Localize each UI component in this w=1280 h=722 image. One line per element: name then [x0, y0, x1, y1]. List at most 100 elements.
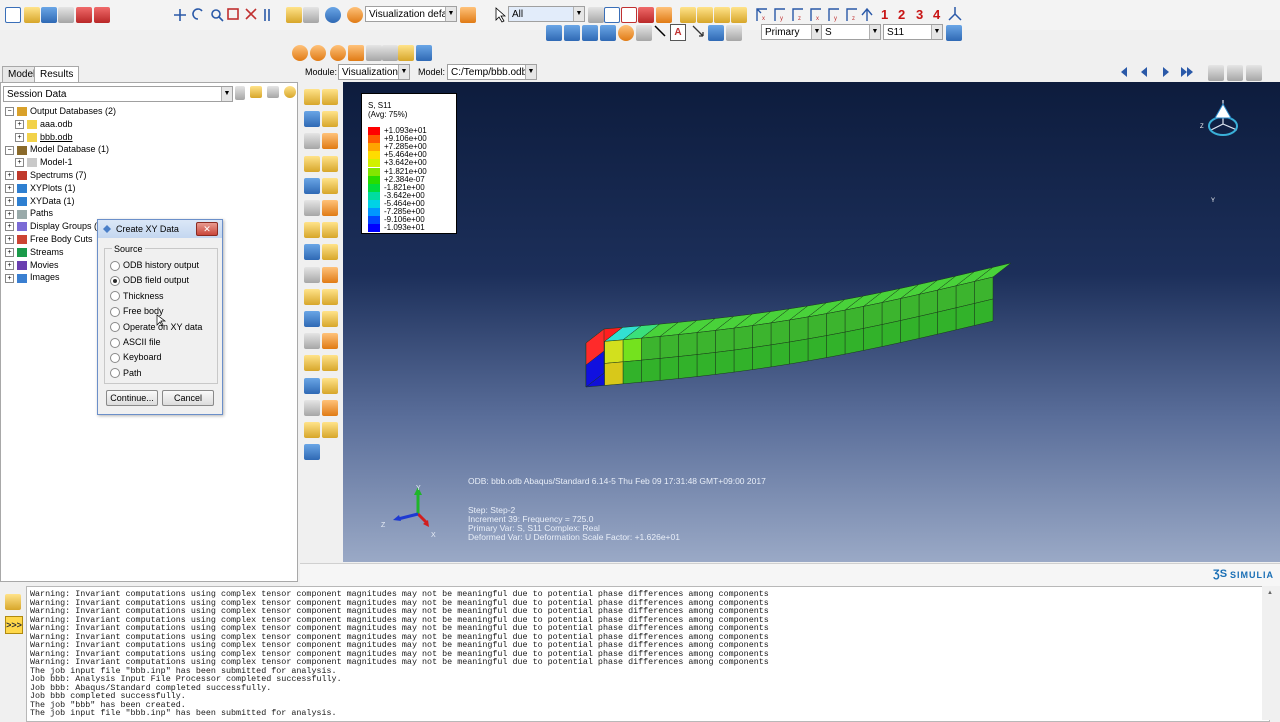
variable-type-combo[interactable]: Primary ▼	[761, 24, 823, 40]
axis-view-icons[interactable]: xyzxyz	[754, 6, 880, 24]
ply-stack-icon[interactable]	[304, 222, 320, 239]
source-option[interactable]: Path	[110, 366, 142, 380]
session-combo[interactable]: Session Data ▼	[3, 86, 233, 102]
probe-icon[interactable]	[636, 25, 652, 41]
plot-both-icon[interactable]	[322, 133, 338, 150]
export-icon[interactable]	[76, 7, 92, 23]
view-1-button[interactable]: 1	[881, 7, 888, 22]
tree-expander-icon[interactable]: +	[5, 171, 14, 181]
radio-button[interactable]	[110, 337, 120, 348]
continue-button[interactable]: Continue...	[106, 390, 158, 406]
tree-item[interactable]: + Images	[5, 271, 60, 283]
plot-deformed-icon[interactable]	[322, 89, 338, 105]
radio-button[interactable]	[110, 353, 120, 364]
tree-item[interactable]: − Model Database (1)	[5, 143, 109, 155]
create-xy-data-icon[interactable]	[322, 222, 338, 239]
tree-expander-icon[interactable]: −	[5, 145, 14, 155]
select-mode-icon[interactable]	[588, 7, 604, 23]
tree-expander-icon[interactable]: +	[5, 260, 14, 270]
animate-scale-icon[interactable]	[304, 155, 320, 172]
lights-icon[interactable]	[330, 45, 346, 61]
remove-selection-icon[interactable]	[621, 7, 637, 23]
view-cube-icon[interactable]	[1201, 94, 1251, 142]
camera2-icon[interactable]	[1246, 65, 1262, 81]
redo-icon[interactable]	[382, 45, 398, 61]
material-plot-icon[interactable]	[582, 25, 598, 41]
tree-expander-icon[interactable]: +	[5, 196, 14, 206]
cancel-button[interactable]: Cancel	[162, 390, 214, 406]
layout-icon[interactable]	[398, 45, 414, 61]
source-option[interactable]: ODB history output	[110, 258, 199, 272]
view-3-button[interactable]: 3	[916, 7, 923, 22]
query-tool-icon[interactable]	[304, 355, 320, 372]
undo-icon[interactable]	[366, 45, 382, 61]
radio-button[interactable]	[110, 306, 120, 317]
view-2-button[interactable]: 2	[898, 7, 905, 22]
camera-icon[interactable]	[1227, 65, 1243, 81]
symbol-plot-icon[interactable]	[564, 25, 580, 41]
free-body-icon[interactable]	[322, 333, 338, 350]
tree-item[interactable]: + Spectrums (7)	[5, 169, 87, 181]
tree-item[interactable]: + Movies	[5, 259, 59, 271]
tree-item[interactable]: + Streams	[5, 246, 64, 258]
overlay-icon[interactable]	[322, 311, 338, 327]
pointer-icon[interactable]	[654, 25, 666, 41]
plot-undeformed-icon[interactable]	[304, 89, 320, 105]
radio-button[interactable]	[110, 291, 120, 302]
query-icon[interactable]	[286, 7, 302, 23]
tree-item[interactable]: + aaa.odb	[15, 118, 73, 130]
tree-expander-icon[interactable]: +	[5, 209, 14, 219]
module-combo[interactable]: Visualization ▼	[338, 64, 410, 80]
tree-item[interactable]: + Paths	[5, 207, 53, 219]
tree-item[interactable]: + Model-1	[15, 156, 73, 168]
triad-view-icon[interactable]	[948, 6, 962, 22]
iso-view-1-icon[interactable]	[680, 7, 696, 23]
view-table-icon[interactable]	[708, 25, 724, 41]
plot-material-icon[interactable]	[304, 133, 320, 150]
display-group-icon[interactable]	[604, 7, 620, 23]
import-icon[interactable]	[94, 7, 110, 23]
superimpose-icon[interactable]	[304, 288, 320, 305]
contour-options-icon[interactable]	[322, 177, 338, 194]
text-annotation-icon[interactable]: A	[670, 24, 686, 41]
animation-controls[interactable]	[1118, 66, 1198, 78]
linear-path-icon[interactable]	[304, 266, 320, 283]
plot-symbols-icon[interactable]	[322, 111, 338, 128]
tree-expander-icon[interactable]: +	[15, 132, 24, 142]
tree-item[interactable]: + Free Body Cuts	[5, 233, 93, 245]
plot-contours-icon[interactable]	[322, 377, 338, 394]
message-area-icon[interactable]	[5, 594, 21, 610]
python-prompt-icon[interactable]: >>>	[5, 616, 23, 634]
tree-expander-icon[interactable]: +	[5, 247, 14, 257]
radio-button[interactable]	[110, 368, 120, 379]
arrow-annotation-icon[interactable]	[692, 25, 704, 41]
tree-expander-icon[interactable]: +	[5, 183, 14, 193]
dialog-titlebar[interactable]: Create XY Data ✕	[98, 220, 222, 238]
xy-plot-options-icon[interactable]	[304, 244, 320, 261]
select-arrow-icon[interactable]	[494, 7, 506, 23]
source-option[interactable]: ASCII file	[110, 335, 161, 349]
tree-filter-icon[interactable]	[250, 86, 262, 98]
source-option[interactable]: Thickness	[110, 289, 164, 303]
viewport-icon[interactable]	[416, 45, 432, 61]
material-options-icon[interactable]	[322, 200, 338, 216]
replace-selection-icon[interactable]	[638, 7, 654, 23]
render-style-icon[interactable]	[347, 7, 363, 23]
tree-item[interactable]: − Output Databases (2)	[5, 105, 116, 117]
plot-symbols-icon[interactable]	[304, 399, 320, 416]
open-folder-icon[interactable]	[24, 7, 40, 23]
radio-button[interactable]	[110, 276, 120, 287]
viewport[interactable]: Y Z X Y Z ODB: bbb.odb Abaqus/Standard 6…	[343, 82, 1280, 562]
contour-plot-icon[interactable]	[546, 25, 562, 41]
iso-view-2-icon[interactable]	[697, 7, 713, 23]
plot-material-icon[interactable]	[322, 399, 338, 416]
source-option[interactable]: ODB field output	[110, 273, 189, 287]
iso-view-4-icon[interactable]	[731, 7, 747, 23]
tree-expander-icon[interactable]: +	[5, 273, 14, 283]
model-combo[interactable]: C:/Temp/bbb.odb ▼	[447, 64, 537, 80]
iso-view-3-icon[interactable]	[714, 7, 730, 23]
message-area[interactable]: Warning: Invariant computations using co…	[26, 586, 1270, 722]
scroll-up-icon[interactable]: ▲	[1267, 590, 1273, 596]
message-scrollbar[interactable]: ▲	[1262, 586, 1280, 720]
view-4-button[interactable]: 4	[933, 7, 940, 22]
